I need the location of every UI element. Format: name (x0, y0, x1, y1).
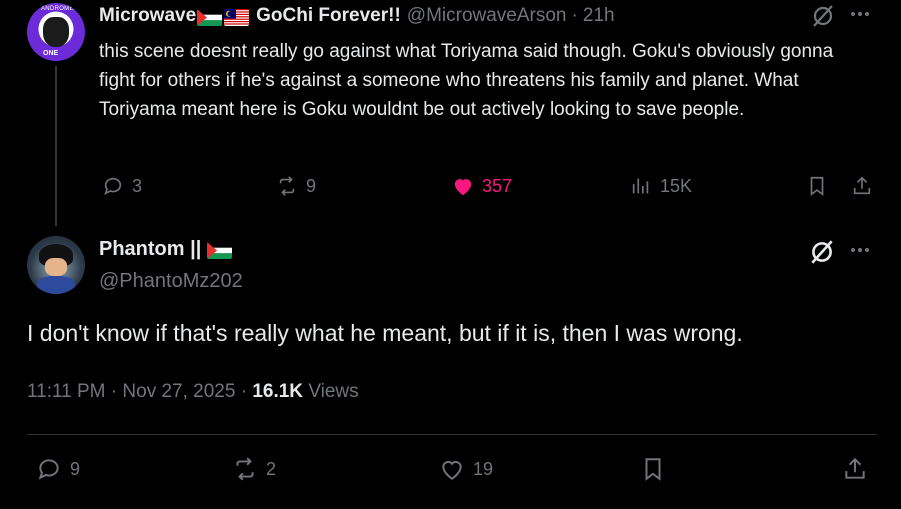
palestine-flag-icon (207, 242, 233, 259)
dot-separator: · (571, 5, 578, 26)
reply-reply-count: 9 (70, 458, 81, 479)
reply-views-label: Views (308, 381, 359, 402)
parent-bookmark-button[interactable] (806, 175, 828, 197)
parent-repost-count: 9 (306, 175, 317, 196)
views-icon (632, 178, 649, 194)
reply-tweet-text: I don't know if that's really what he me… (27, 320, 743, 346)
dot-separator: · (240, 381, 253, 402)
repost-icon (279, 176, 295, 196)
parent-header: Microwave GoChi Forever!! @MicrowaveArso… (99, 5, 615, 27)
more-icon[interactable] (848, 4, 872, 24)
reply-like-button[interactable]: 19 (439, 456, 493, 482)
more-icon[interactable] (848, 240, 872, 260)
avatar-live-badge: ONE (43, 50, 59, 57)
parent-tweet-text: this scene doesnt really go against what… (99, 41, 834, 120)
reply-share-button[interactable] (842, 456, 868, 482)
reply-meta: 11:11 PM · Nov 27, 2025 · 16.1K Views (27, 381, 359, 403)
bookmark-icon (810, 176, 824, 196)
palestine-flag-icon (197, 8, 223, 26)
parent-handle[interactable]: @MicrowaveArson (407, 5, 567, 27)
reply-icon (38, 459, 59, 480)
reply-repost-count: 2 (266, 458, 277, 479)
heart-icon (442, 461, 462, 480)
avatar-face (45, 258, 67, 276)
grok-icon[interactable] (810, 3, 836, 29)
thread-line (55, 66, 57, 226)
grok-icon[interactable] (808, 238, 836, 266)
reply-display-name-row: Phantom || (99, 238, 233, 261)
reply-views-count: 16.1K (252, 381, 304, 402)
parent-like-count: 357 (482, 175, 513, 196)
reply-display-name[interactable]: Phantom || (99, 238, 201, 261)
parent-share-button[interactable] (851, 175, 873, 197)
parent-like-button[interactable]: 357 (452, 175, 512, 197)
parent-views-button[interactable]: 15K (630, 175, 692, 197)
reply-handle[interactable]: @PhantoMz202 (99, 270, 243, 293)
divider (27, 434, 877, 435)
share-icon (845, 457, 865, 479)
dot-separator: · (110, 381, 123, 402)
parent-views-count: 15K (660, 175, 693, 196)
avatar-figure (43, 17, 69, 47)
repost-icon (236, 457, 254, 481)
parent-reply-count: 3 (132, 175, 143, 196)
heart-icon (454, 179, 472, 196)
reply-reply-button[interactable]: 9 (36, 456, 80, 482)
bookmark-icon (645, 458, 661, 481)
parent-display-name[interactable]: Microwave (99, 5, 196, 27)
parent-time[interactable]: 21h (583, 5, 615, 27)
reply-avatar[interactable] (27, 236, 85, 294)
malaysia-flag-icon (224, 8, 250, 26)
reply-bookmark-button[interactable] (640, 456, 666, 482)
parent-display-name-suffix[interactable]: GoChi Forever!! (256, 5, 401, 27)
share-icon (853, 176, 871, 195)
reply-repost-button[interactable]: 2 (232, 456, 276, 482)
parent-repost-button[interactable]: 9 (276, 175, 316, 197)
avatar-ring-text: ANDROMEDA (41, 6, 83, 12)
avatar-shirt (37, 276, 75, 294)
reply-icon (104, 177, 122, 195)
parent-avatar[interactable]: ANDROMEDA ONE (27, 3, 85, 61)
parent-reply-button[interactable]: 3 (102, 175, 142, 197)
reply-like-count: 19 (473, 458, 494, 479)
reply-time[interactable]: 11:11 PM (27, 381, 106, 402)
reply-date[interactable]: Nov 27, 2025 (122, 381, 235, 402)
